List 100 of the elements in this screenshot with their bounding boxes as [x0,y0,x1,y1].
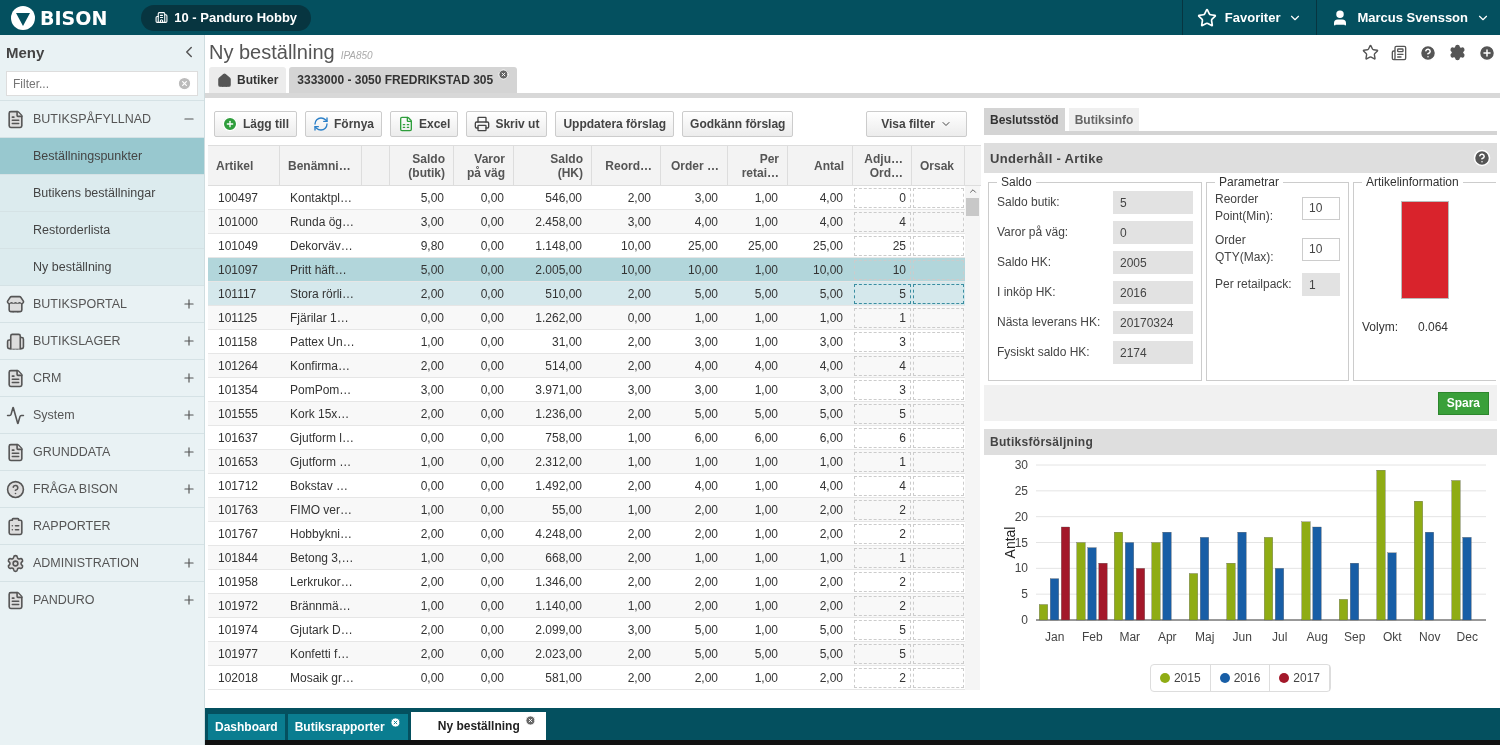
bottom-tab[interactable]: Butiksrapporter [287,714,408,740]
reason-field[interactable] [913,404,964,424]
filter-button[interactable]: Visa filter [866,111,967,137]
quantity-field[interactable]: 1 [854,452,911,472]
breadcrumb-tab[interactable]: Butiker [209,67,287,93]
table-row[interactable]: 101958 Lerkrukor… 2,00 0,00 1.346,00 2,00 2,00 1,00 2,00 2 [208,570,965,594]
reason-field[interactable] [913,644,964,664]
quantity-field[interactable]: 2 [854,524,911,544]
reason-field[interactable] [913,476,964,496]
reason-field[interactable] [913,308,964,328]
table-row[interactable]: 101000 Runda ög… 3,00 0,00 2.458,00 3,00 4,00 1,00 4,00 4 [208,210,965,234]
column-header[interactable]: Artikel [208,146,280,185]
table-row[interactable]: 101763 FIMO ver… 1,00 0,00 55,00 1,00 2,00 1,00 2,00 2 [208,498,965,522]
quantity-field[interactable]: 10 [854,260,911,280]
reason-field[interactable] [913,452,964,472]
quantity-field[interactable]: 5 [854,620,911,640]
table-row[interactable]: 102018 Mosaik gr… 0,00 0,00 581,00 2,00 2,00 1,00 2,00 2 [208,666,965,690]
reason-field[interactable] [913,380,964,400]
quantity-field[interactable]: 4 [854,212,911,232]
table-row[interactable]: 101117 Stora rörli… 2,00 0,00 510,00 2,00 5,00 5,00 5,00 5 [208,282,965,306]
reason-field[interactable] [913,500,964,520]
menu-item[interactable]: Restorderlista [0,211,204,248]
toolbar-button[interactable]: Skriv ut [466,111,548,137]
quantity-field[interactable]: 4 [854,356,911,376]
reason-field[interactable] [913,668,964,688]
table-row[interactable]: 101974 Gjutark D… 2,00 0,00 2.099,00 3,00 5,00 1,00 5,00 5 [208,618,965,642]
column-header[interactable]: Antal [788,146,853,185]
reason-field[interactable] [913,596,964,616]
scroll-up-icon[interactable] [967,186,978,196]
toolbar-button[interactable]: Förnya [305,111,382,137]
column-header[interactable]: Varor på väg [454,146,514,185]
reason-field[interactable] [913,260,964,280]
bottom-tab[interactable]: Dashboard [208,714,285,740]
reason-field[interactable] [913,620,964,640]
scrollbar[interactable] [965,186,980,690]
column-header[interactable]: Per retai… [728,146,788,185]
column-header[interactable]: Reord… [592,146,661,185]
add-icon[interactable] [1478,43,1496,62]
reason-field[interactable] [913,548,964,568]
column-header[interactable]: Adju… Ord… [853,146,912,185]
bottom-tab[interactable]: Ny beställning [410,712,546,740]
panel-tab[interactable]: Beslutsstöd [984,108,1065,131]
column-header[interactable]: Saldo (butik) [390,146,454,185]
table-row[interactable]: 101264 Konfirma… 2,00 0,00 514,00 2,00 4,00 4,00 4,00 4 [208,354,965,378]
toolbar-button[interactable]: Excel [390,111,459,137]
input-field[interactable]: 10 [1302,237,1340,261]
close-icon[interactable] [389,717,401,728]
quantity-field[interactable]: 3 [854,380,911,400]
reason-field[interactable] [913,428,964,448]
help-icon[interactable] [1419,43,1437,62]
table-row[interactable]: 101653 Gjutform … 1,00 0,00 2.312,00 1,00 1,00 1,00 1,00 1 [208,450,965,474]
quantity-field[interactable]: 6 [854,428,911,448]
table-row[interactable]: 101555 Kork 15x… 2,00 0,00 1.236,00 2,00 5,00 5,00 5,00 5 [208,402,965,426]
reason-field[interactable] [913,188,964,208]
table-row[interactable]: 101767 Hobbykni… 2,00 0,00 4.248,00 2,00 2,00 1,00 2,00 2 [208,522,965,546]
reason-field[interactable] [913,572,964,592]
star-icon[interactable] [1362,44,1379,61]
settings-icon[interactable] [1449,44,1466,61]
menu-item[interactable]: Ny beställning [0,248,204,285]
table-row[interactable]: 101158 Pattex Un… 1,00 0,00 31,00 2,00 3,00 1,00 3,00 3 [208,330,965,354]
reason-field[interactable] [913,212,964,232]
quantity-field[interactable]: 0 [854,188,911,208]
quantity-field[interactable]: 2 [854,668,911,688]
panel-tab[interactable]: Butiksinfo [1068,108,1140,131]
quantity-field[interactable]: 5 [854,644,911,664]
toolbar-button[interactable]: Lägg till [214,111,297,137]
quantity-field[interactable]: 25 [854,236,911,256]
reason-field[interactable] [913,332,964,352]
table-row[interactable]: 101354 PomPom… 3,00 0,00 3.971,00 3,00 3,00 1,00 3,00 3 [208,378,965,402]
menu-item[interactable]: Butikens beställningar [0,174,204,211]
quantity-field[interactable]: 1 [854,308,911,328]
toolbar-button[interactable]: Uppdatera förslag [555,111,675,137]
column-header[interactable]: Order … [661,146,728,185]
toolbar-button[interactable]: Godkänn förslag [682,111,794,137]
quantity-field[interactable]: 3 [854,332,911,352]
column-header[interactable]: Saldo (HK) [514,146,592,185]
help-icon[interactable] [1473,149,1491,167]
store-selector[interactable]: 10 - Panduro Hobby [141,4,312,31]
input-field[interactable]: 10 [1302,196,1340,220]
breadcrumb-tab[interactable]: 3333000 - 3050 FREDRIKSTAD 305 [289,67,518,93]
table-row[interactable]: 101637 Gjutform l… 0,00 0,00 758,00 1,00 6,00 6,00 6,00 6 [208,426,965,450]
table-row[interactable]: 101972 Brännmä… 1,00 0,00 1.140,00 1,00 2,00 1,00 2,00 2 [208,594,965,618]
reason-field[interactable] [913,524,964,544]
table-row[interactable]: 101125 Fjärilar 1… 0,00 0,00 1.262,00 0,00 1,00 1,00 1,00 1 [208,306,965,330]
table-row[interactable]: 101049 Dekorväv… 9,80 0,00 1.148,00 10,00 25,00 25,00 25,00 25 [208,234,965,258]
quantity-field[interactable]: 5 [854,404,911,424]
column-header[interactable]: Orsak [912,146,965,185]
quantity-field[interactable]: 2 [854,572,911,592]
column-header[interactable]: Benämni… [280,146,362,185]
quantity-field[interactable]: 2 [854,596,911,616]
table-row[interactable]: 101097 Pritt häft… 5,00 0,00 2.005,00 10,00 10,00 1,00 10,00 10 [208,258,965,282]
scroll-thumb[interactable] [966,198,979,216]
quantity-field[interactable]: 2 [854,500,911,520]
table-row[interactable]: 101977 Konfetti f… 2,00 0,00 2.023,00 2,00 5,00 5,00 5,00 5 [208,642,965,666]
reason-field[interactable] [913,236,964,256]
quantity-field[interactable]: 1 [854,548,911,568]
table-row[interactable]: 101844 Betong 3,… 1,00 0,00 668,00 2,00 1,00 1,00 1,00 1 [208,546,965,570]
filter-field[interactable]: Filter... [6,71,198,96]
menu-item[interactable]: Beställningspunkter [0,137,204,174]
quantity-field[interactable]: 4 [854,476,911,496]
